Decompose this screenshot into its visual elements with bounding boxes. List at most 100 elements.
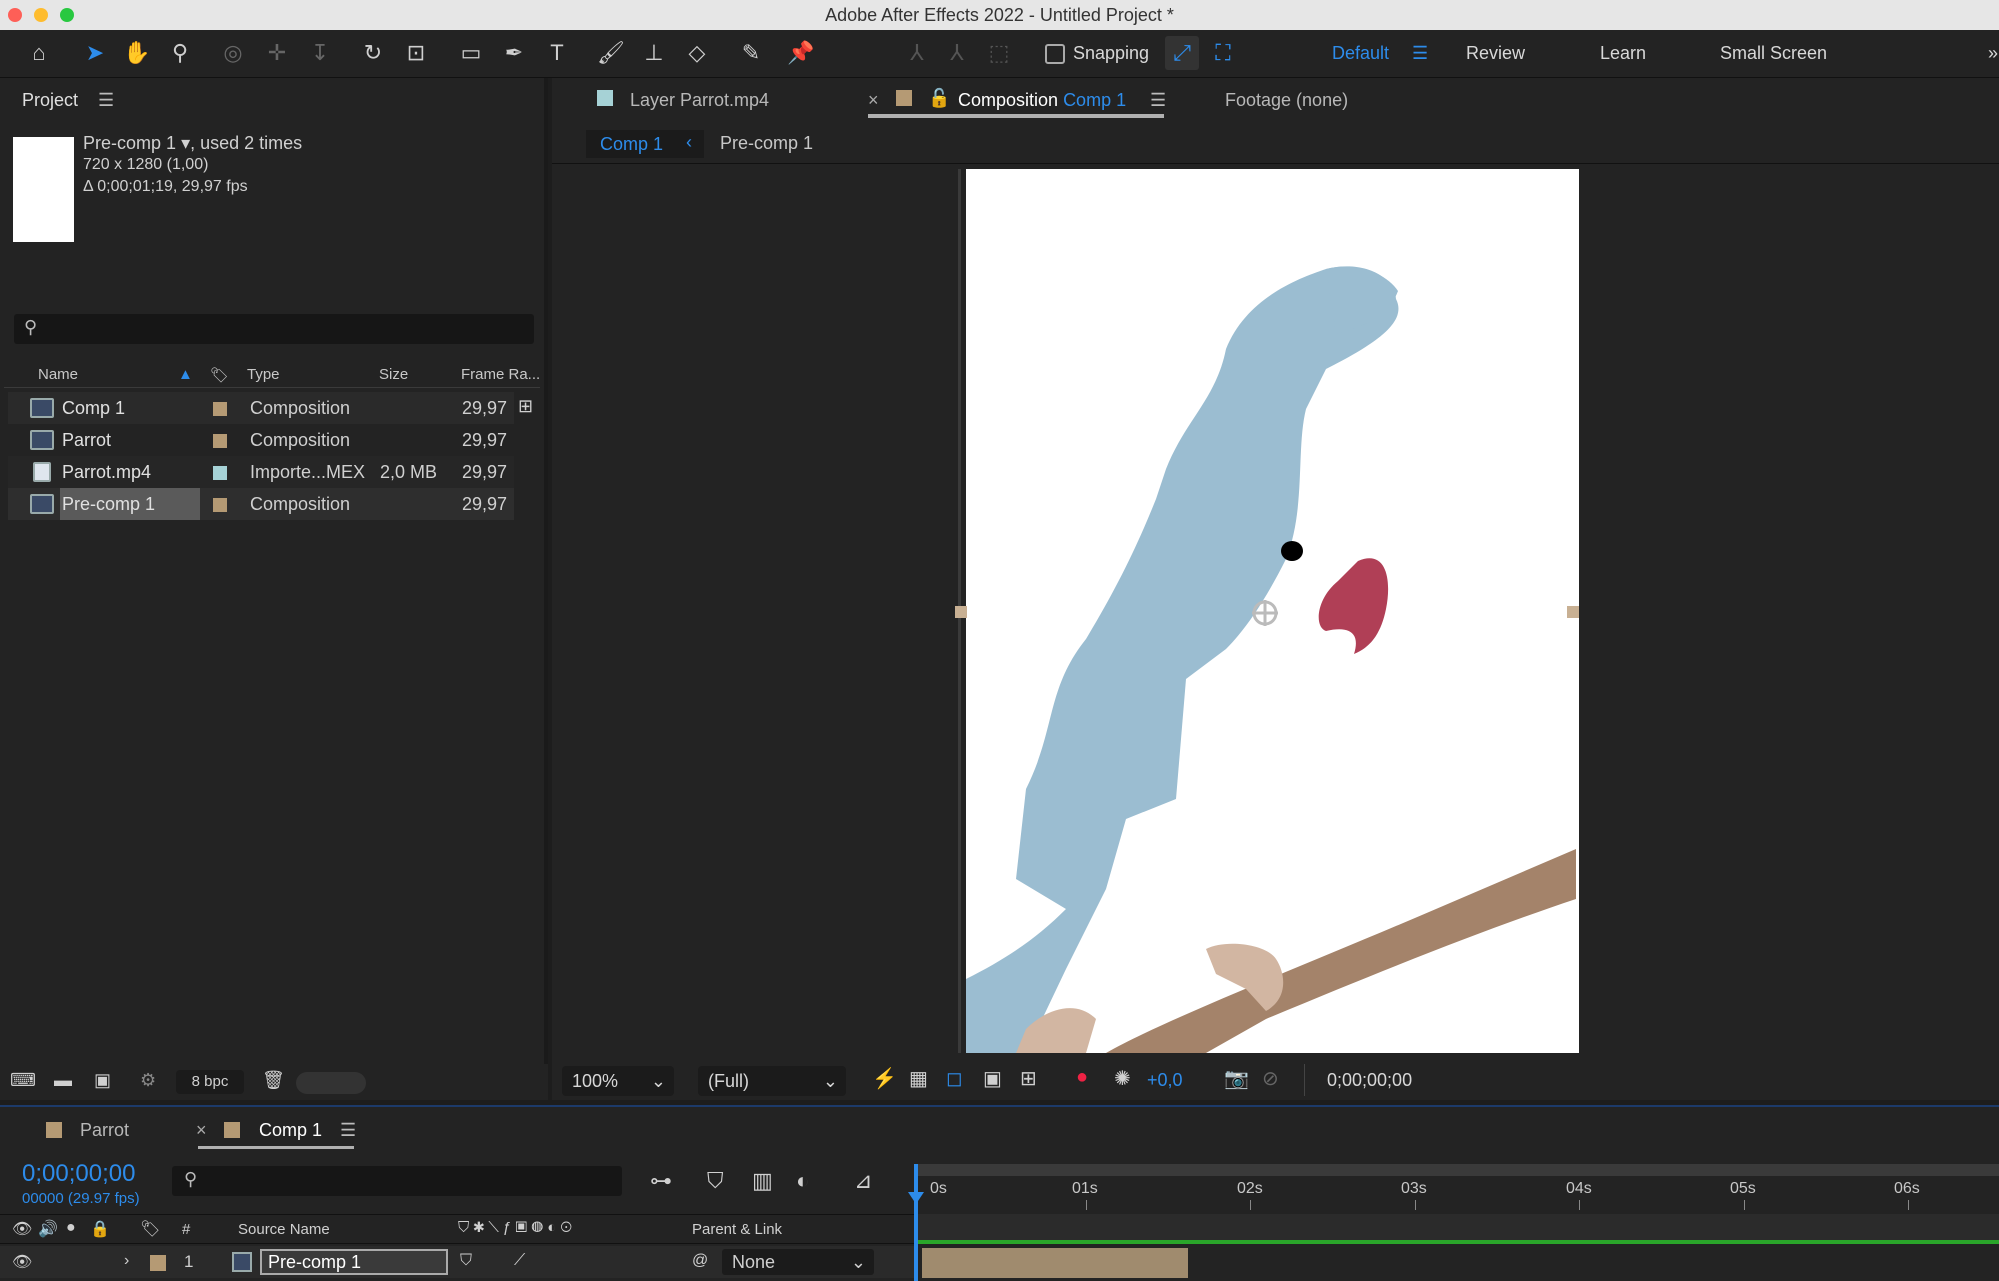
brush-tool-icon[interactable]: 🖌 (594, 36, 628, 70)
workspace-learn[interactable]: Learn (1600, 43, 1646, 64)
fast-previews-icon[interactable]: ⚡ (872, 1066, 897, 1091)
motion-blur-icon[interactable]: ◐ (796, 1168, 809, 1194)
thumbnail-slider[interactable] (296, 1072, 366, 1094)
eye-icon[interactable]: 👁 (12, 1219, 32, 1239)
label-tag-icon[interactable]: 🏷 (140, 1219, 160, 1239)
column-type[interactable]: Type (247, 366, 280, 383)
workspace-small-screen[interactable]: Small Screen (1720, 43, 1827, 64)
rectangle-tool-icon[interactable]: ▭ (454, 36, 488, 70)
label-swatch[interactable] (213, 498, 227, 512)
column-name[interactable]: Name (38, 366, 78, 383)
timeline-tab-comp1[interactable]: Comp 1 (259, 1120, 322, 1141)
timeline-search-input[interactable]: ⚲ (172, 1166, 622, 1196)
type-tool-icon[interactable]: T (540, 36, 574, 70)
layer-handle-right[interactable] (1567, 606, 1579, 618)
tab-footage[interactable]: Footage (none) (1225, 90, 1348, 111)
playhead[interactable] (914, 1164, 918, 1281)
project-item-parrot-mp4[interactable]: Parrot.mp4 Importe...MEX 2,0 MB 29,97 (8, 456, 514, 488)
new-folder-icon[interactable]: ▬ (54, 1070, 72, 1091)
composition-menu-icon[interactable]: ☰ (1150, 90, 1166, 111)
show-snapshot-icon[interactable]: ⊘ (1262, 1066, 1279, 1091)
workspace-review[interactable]: Review (1466, 43, 1525, 64)
layer-handle-left[interactable] (955, 606, 967, 618)
label-tag-icon[interactable]: 🏷 (210, 366, 229, 384)
viewer-timecode[interactable]: 0;00;00;00 (1327, 1070, 1412, 1091)
flowchart-icon[interactable]: ⊞ (518, 396, 533, 417)
current-time[interactable]: 0;00;00;00 (22, 1160, 135, 1188)
snapping-checkbox[interactable] (1045, 44, 1065, 64)
snap-features-icon[interactable]: ⛶ (1206, 36, 1240, 70)
label-swatch[interactable] (213, 434, 227, 448)
timeline-tab-parrot[interactable]: Parrot (80, 1120, 129, 1141)
grid-guides-icon[interactable]: ⊞ (1020, 1066, 1037, 1091)
project-item-comp1[interactable]: Comp 1 Composition 29,97 ⊞ (8, 392, 533, 424)
frame-blending-icon[interactable]: ▥ (752, 1168, 773, 1194)
close-window-button[interactable] (8, 8, 22, 22)
rotation-tool-icon[interactable]: ↻ (356, 36, 390, 70)
zoom-select[interactable]: 100% ⌄ (562, 1066, 674, 1096)
switches-icons[interactable]: ⛉✱⟍ƒ▣◍◐⊙ (458, 1219, 576, 1236)
close-tab-icon[interactable]: × (868, 90, 879, 111)
label-swatch[interactable] (213, 402, 227, 416)
pen-tool-icon[interactable]: ✒ (497, 36, 531, 70)
close-tab-icon[interactable]: × (196, 1120, 207, 1141)
project-panel-title[interactable]: Project (22, 90, 78, 111)
transparency-grid-icon[interactable]: ▦ (909, 1066, 928, 1091)
clone-stamp-icon[interactable]: ⊥ (637, 36, 671, 70)
timeline-menu-icon[interactable]: ☰ (340, 1120, 356, 1141)
pick-whip-icon[interactable]: @ (692, 1252, 708, 1270)
column-source-name[interactable]: Source Name (238, 1221, 330, 1238)
region-of-interest-icon[interactable]: ▣ (983, 1066, 1002, 1091)
sort-ascending-icon[interactable]: ▲ (178, 366, 193, 383)
playhead-handle-icon[interactable] (908, 1192, 924, 1204)
puppet-pin-icon[interactable]: 📌 (784, 36, 818, 70)
orbit-camera-icon[interactable]: ◎ (216, 36, 250, 70)
workspace-menu-icon[interactable]: ☰ (1412, 43, 1428, 64)
tab-composition[interactable]: Composition Comp 1 (958, 90, 1126, 111)
layer-duration-bar[interactable] (922, 1248, 1188, 1278)
shy-switch-icon[interactable]: ⛉ (460, 1252, 472, 1270)
project-settings-icon[interactable]: ⚙ (140, 1070, 156, 1091)
parent-select[interactable]: None ⌄ (722, 1249, 874, 1275)
tab-layer[interactable]: Layer Parrot.mp4 (630, 90, 769, 111)
audio-icon[interactable]: 🔊 (38, 1219, 58, 1239)
column-size[interactable]: Size (379, 366, 408, 383)
selection-tool-icon[interactable]: ➤ (78, 36, 112, 70)
shy-layers-icon[interactable]: ⛉ (707, 1168, 724, 1194)
axis-view-icon[interactable]: ⬚ (982, 36, 1016, 70)
zoom-window-button[interactable] (60, 8, 74, 22)
project-search-input[interactable]: ⚲ (14, 314, 534, 344)
workspace-default[interactable]: Default (1332, 43, 1389, 64)
resolution-select[interactable]: (Full) ⌄ (698, 1066, 846, 1096)
minimize-window-button[interactable] (34, 8, 48, 22)
axis-world-icon[interactable]: ⅄ (940, 36, 974, 70)
project-item-parrot[interactable]: Parrot Composition 29,97 (8, 424, 514, 456)
trash-icon[interactable]: 🗑 (262, 1070, 285, 1091)
snapshot-camera-icon[interactable]: 📷 (1224, 1066, 1249, 1091)
visibility-eye-icon[interactable]: 👁 (12, 1252, 32, 1272)
work-area-bar[interactable] (916, 1164, 1999, 1176)
zoom-tool-icon[interactable]: ⚲ (163, 36, 197, 70)
selected-item-name[interactable]: Pre-comp 1 (83, 133, 176, 153)
lock-icon[interactable]: 🔒 (90, 1219, 110, 1239)
dolly-camera-icon[interactable]: ↧ (303, 36, 337, 70)
hand-tool-icon[interactable]: ✋ (120, 36, 154, 70)
more-workspaces-icon[interactable]: » (1988, 43, 1998, 64)
axis-local-icon[interactable]: ⅄ (900, 36, 934, 70)
channel-icon[interactable]: ● (1076, 1066, 1088, 1089)
solo-icon[interactable]: ● (66, 1219, 76, 1237)
layer-label-swatch[interactable] (150, 1255, 166, 1271)
new-composition-icon[interactable]: ▣ (94, 1070, 111, 1091)
label-swatch[interactable] (213, 466, 227, 480)
bit-depth-button[interactable]: 8 bpc (176, 1070, 244, 1094)
pan-camera-icon[interactable]: ✛ (260, 36, 294, 70)
quality-switch-icon[interactable]: ⟋ (514, 1252, 525, 1270)
layer-name-field[interactable]: Pre-comp 1 (260, 1249, 448, 1275)
pan-behind-tool-icon[interactable]: ⊡ (399, 36, 433, 70)
roto-brush-icon[interactable]: ✎ (734, 36, 768, 70)
mask-visibility-icon[interactable]: ◻ (946, 1066, 963, 1091)
composition-flowchart-icon[interactable]: ⊶ (650, 1168, 672, 1194)
project-panel-menu-icon[interactable]: ☰ (98, 90, 114, 111)
chevron-down-icon[interactable]: ▾ (181, 133, 190, 153)
snap-edges-icon[interactable]: ⤢ (1165, 36, 1199, 70)
